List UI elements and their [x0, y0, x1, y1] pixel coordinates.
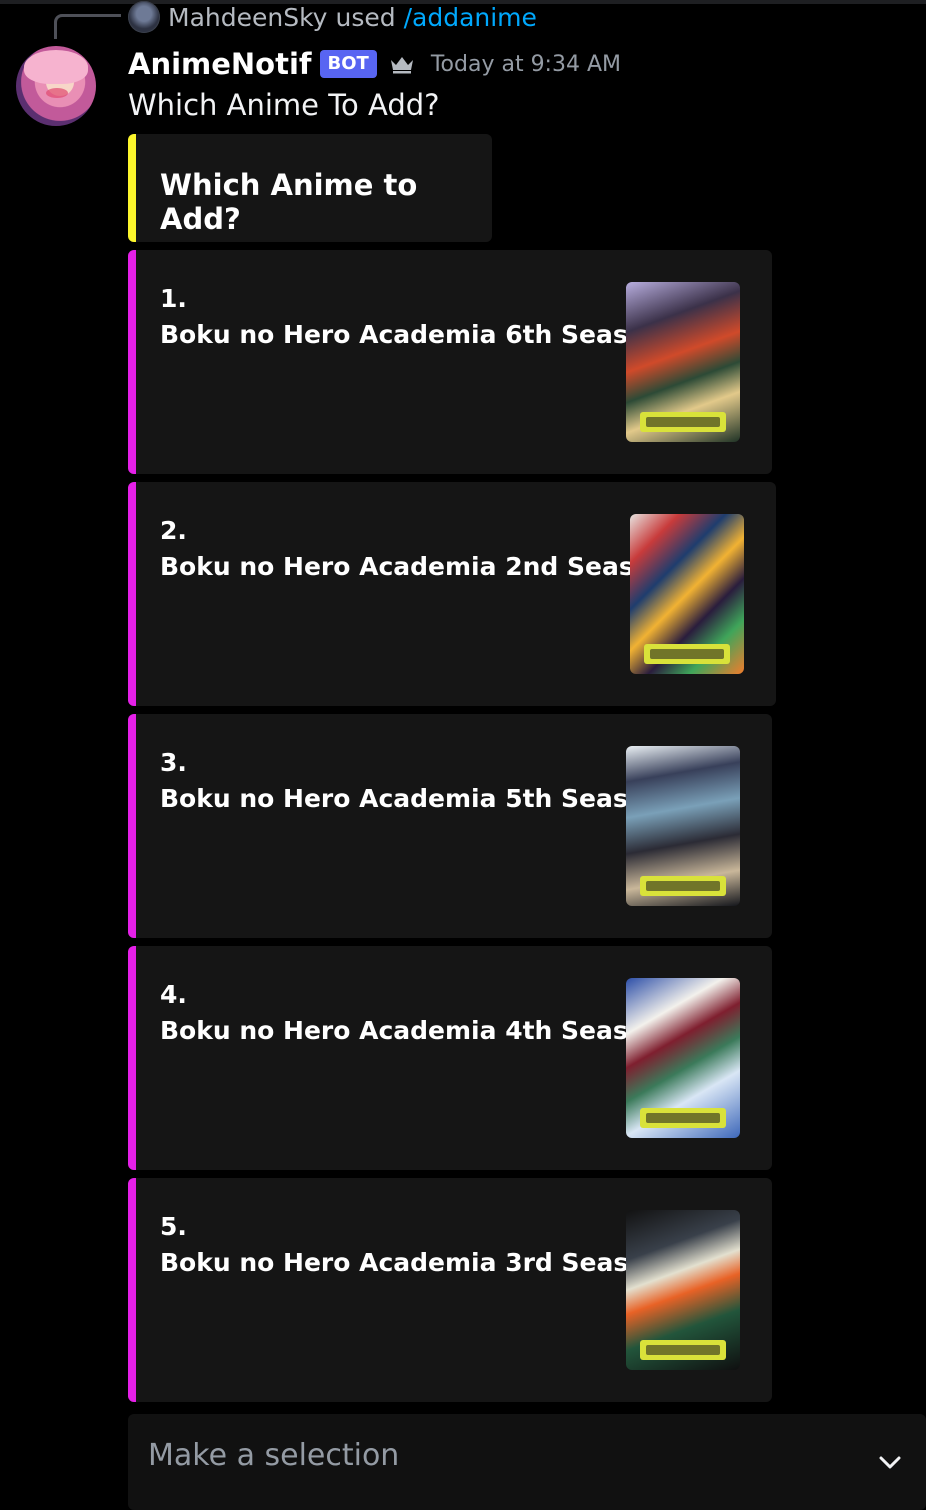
embed-accent-bar — [128, 946, 136, 1170]
bot-tag: BOT — [319, 50, 377, 78]
embed-accent-bar — [128, 1178, 136, 1402]
crown-icon — [390, 57, 413, 74]
result-number: 5. — [160, 1212, 187, 1241]
result-number: 3. — [160, 748, 187, 777]
embed-accent-bar — [128, 714, 136, 938]
result-embed: 5. Boku no Hero Academia 3rd Season — [128, 1178, 772, 1402]
dropdown-placeholder: Make a selection — [148, 1438, 400, 1473]
reply-used-text: used — [335, 2, 396, 32]
command-reply-line[interactable]: MahdeenSky used /addanime — [128, 1, 537, 33]
result-title: Boku no Hero Academia 2nd Season — [160, 552, 669, 581]
reply-connector — [54, 14, 121, 39]
message-header: AnimeNotif BOT Today at 9:34 AM — [128, 44, 621, 84]
result-number: 1. — [160, 284, 187, 313]
selection-dropdown[interactable]: Make a selection — [128, 1414, 926, 1510]
result-title: Boku no Hero Academia 4th Season — [160, 1016, 663, 1045]
message-content: Which Anime To Add? — [128, 88, 440, 122]
replied-user-avatar[interactable] — [128, 1, 160, 33]
result-number: 4. — [160, 980, 187, 1009]
result-title: Boku no Hero Academia 5th Season — [160, 784, 663, 813]
anime-poster-thumbnail[interactable] — [626, 746, 740, 906]
chevron-down-icon[interactable] — [876, 1448, 904, 1476]
result-embed: 4. Boku no Hero Academia 4th Season — [128, 946, 772, 1170]
author-name[interactable]: AnimeNotif — [128, 47, 312, 81]
bot-avatar[interactable] — [16, 46, 96, 126]
embed-accent-bar — [128, 134, 136, 242]
result-embed: 2. Boku no Hero Academia 2nd Season — [128, 482, 776, 706]
slash-command-link[interactable]: /addanime — [404, 3, 537, 32]
embed-title: Which Anime to Add? — [160, 168, 418, 236]
embed-accent-bar — [128, 250, 136, 474]
anime-poster-thumbnail[interactable] — [626, 978, 740, 1138]
anime-poster-thumbnail[interactable] — [630, 514, 744, 674]
poster-logo — [640, 412, 726, 432]
result-number: 2. — [160, 516, 187, 545]
poster-logo — [640, 876, 726, 896]
result-title: Boku no Hero Academia 6th Season — [160, 320, 663, 349]
result-embed: 1. Boku no Hero Academia 6th Season — [128, 250, 772, 474]
header-embed: Which Anime to Add? — [128, 134, 492, 242]
result-embed: 3. Boku no Hero Academia 5th Season — [128, 714, 772, 938]
replied-username[interactable]: MahdeenSky — [168, 3, 327, 32]
poster-logo — [640, 1108, 726, 1128]
result-title: Boku no Hero Academia 3rd Season — [160, 1248, 664, 1277]
anime-poster-thumbnail[interactable] — [626, 1210, 740, 1370]
poster-logo — [640, 1340, 726, 1360]
message-timestamp: Today at 9:34 AM — [430, 51, 621, 77]
poster-logo — [644, 644, 730, 664]
anime-poster-thumbnail[interactable] — [626, 282, 740, 442]
embed-accent-bar — [128, 482, 136, 706]
